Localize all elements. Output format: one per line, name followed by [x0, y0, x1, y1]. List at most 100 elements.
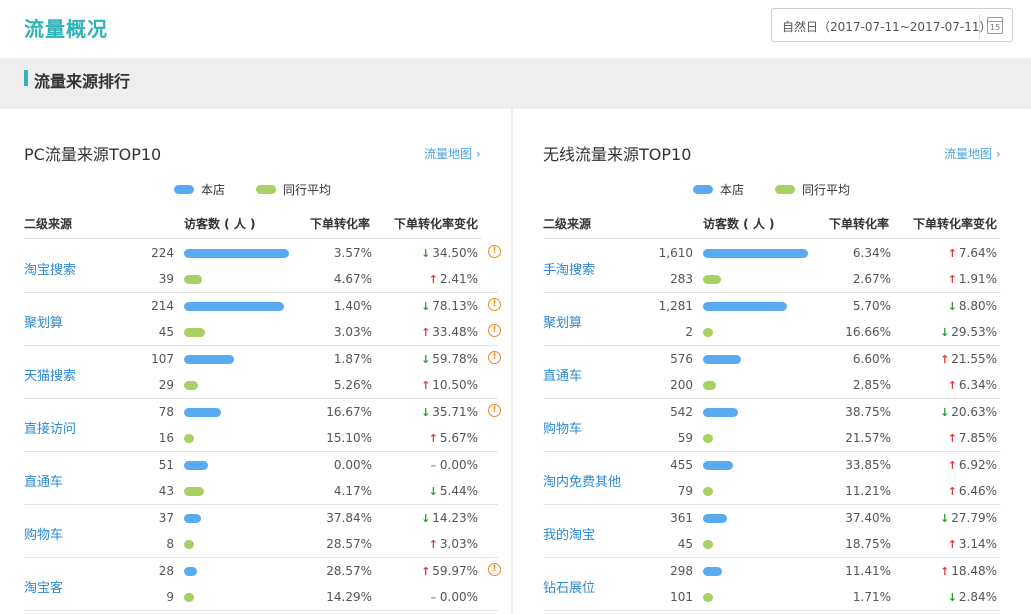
- column-source: 二级来源: [543, 217, 592, 231]
- source-group: 钻石展位 298 11.41% ↑ 18.48% 101 1.71% ↓ 2.84%: [543, 558, 1001, 611]
- arrow-down-icon: ↓: [940, 406, 950, 419]
- visitor-count: 576: [670, 352, 693, 366]
- visitor-count: 1,281: [658, 299, 693, 313]
- change-value: 2.84%: [958, 590, 997, 604]
- conversion-rate: 1.87%: [333, 352, 372, 366]
- legend-peer: 同行平均: [775, 181, 850, 198]
- arrow-up-icon: ↑: [428, 273, 438, 286]
- peer-visitor-bar: [703, 593, 713, 602]
- conversion-rate: 2.85%: [852, 378, 891, 392]
- traffic-map-link[interactable]: 流量地图 ›: [944, 145, 1001, 162]
- legend-self: 本店: [693, 181, 744, 198]
- date-range-text: 自然日（2017-07-11~2017-07-11）: [782, 20, 992, 34]
- column-rate: 下单转化率: [829, 217, 890, 231]
- visitor-count: 29: [158, 378, 174, 392]
- visitor-count: 45: [677, 537, 693, 551]
- legend-self: 本店: [174, 181, 225, 198]
- self-visitor-bar: [703, 514, 727, 523]
- conversion-rate-change: ↑ 1.91%: [947, 272, 997, 286]
- conversion-rate: 28.57%: [326, 537, 372, 551]
- arrow-up-icon: ↑: [421, 565, 431, 578]
- visitor-count: 101: [670, 590, 693, 604]
- conversion-rate: 0.00%: [333, 458, 372, 472]
- warning-icon[interactable]: !: [488, 351, 501, 364]
- peer-visitor-bar: [703, 275, 721, 284]
- top-bar: 流量概况 自然日（2017-07-11~2017-07-11） 15: [0, 0, 1031, 58]
- column-rate: 下单转化率: [310, 217, 371, 231]
- visitor-count: 16: [158, 431, 174, 445]
- source-group: 购物车 37 37.84% ↓ 14.23% 8 28.57% ↑ 3.03%: [24, 505, 498, 558]
- visitor-count: 455: [670, 458, 693, 472]
- conversion-rate-change: ↑ 21.55%: [939, 352, 997, 366]
- legend-self-label: 本店: [201, 183, 226, 197]
- legend-swatch-self: [174, 185, 194, 194]
- change-value: 3.14%: [958, 537, 997, 551]
- dash-icon: –: [430, 591, 437, 604]
- row-peer: 43 4.17% ↓ 5.44%: [24, 478, 498, 504]
- peer-visitor-bar: [184, 328, 205, 337]
- arrow-up-icon: ↑: [947, 485, 957, 498]
- warning-icon[interactable]: !: [488, 563, 501, 576]
- visitor-count: 43: [158, 484, 174, 498]
- row-peer: 45 18.75% ↑ 3.14%: [543, 531, 1001, 557]
- column-change: 下单转化率变化: [913, 217, 998, 231]
- legend-swatch-peer: [775, 185, 795, 194]
- change-value: 10.50%: [432, 378, 478, 392]
- calendar-icon[interactable]: 15: [987, 17, 1003, 34]
- page-title: 流量概况: [24, 17, 108, 41]
- peer-visitor-bar: [184, 540, 194, 549]
- warning-icon[interactable]: !: [488, 245, 501, 258]
- conversion-rate: 16.67%: [326, 405, 372, 419]
- column-visitors: 访客数 ( 人 ): [184, 217, 256, 231]
- row-self: 361 37.40% ↓ 27.79%: [543, 505, 1001, 531]
- arrow-down-icon: ↓: [421, 512, 431, 525]
- conversion-rate: 5.26%: [333, 378, 372, 392]
- visitor-count: 107: [151, 352, 174, 366]
- conversion-rate: 2.67%: [852, 272, 891, 286]
- self-visitor-bar: [703, 567, 722, 576]
- change-value: 0.00%: [439, 458, 478, 472]
- row-peer: 8 28.57% ↑ 3.03%: [24, 531, 498, 557]
- column-visitors: 访客数 ( 人 ): [703, 217, 775, 231]
- peer-visitor-bar: [184, 275, 202, 284]
- visitor-count: 298: [670, 564, 693, 578]
- dash-icon: –: [430, 459, 437, 472]
- warning-icon[interactable]: !: [488, 404, 501, 417]
- conversion-rate-change: ↓ 2.84%: [947, 590, 997, 604]
- source-group: 淘宝客 28 28.57% ↑ 59.97%! 9 14.29% –0.00%: [24, 558, 501, 611]
- change-value: 35.71%: [432, 405, 478, 419]
- change-value: 5.67%: [439, 431, 478, 445]
- arrow-up-icon: ↑: [428, 432, 438, 445]
- row-peer: 39 4.67% ↑ 2.41%: [24, 266, 498, 292]
- warning-icon[interactable]: !: [488, 298, 501, 311]
- conversion-rate: 11.21%: [845, 484, 891, 498]
- change-value: 18.48%: [951, 564, 997, 578]
- row-self: 1,281 5.70% ↓ 8.80%: [543, 293, 1001, 319]
- arrow-down-icon: ↓: [421, 300, 431, 313]
- conversion-rate-change: ↑ 3.14%: [947, 537, 997, 551]
- warning-icon[interactable]: !: [488, 324, 501, 337]
- legend-swatch-self: [693, 185, 713, 194]
- arrow-down-icon: ↓: [940, 512, 950, 525]
- visitor-count: 59: [677, 431, 693, 445]
- arrow-up-icon: ↑: [421, 326, 431, 339]
- section-title: 流量来源排行: [34, 72, 131, 91]
- wireless-traffic-panel: 无线流量来源TOP10 流量地图 › 本店 同行平均 二级来源 访客数 ( 人 …: [513, 109, 1031, 614]
- change-value: 59.78%: [432, 352, 478, 366]
- self-visitor-bar: [703, 355, 741, 364]
- source-group: 购物车 542 38.75% ↓ 20.63% 59 21.57% ↑ 7.85%: [543, 399, 1001, 452]
- self-visitor-bar: [184, 355, 234, 364]
- table-header: 二级来源 访客数 ( 人 ) 下单转化率 下单转化率变化: [24, 207, 482, 239]
- visitor-count: 283: [670, 272, 693, 286]
- conversion-rate: 4.67%: [333, 272, 372, 286]
- date-range-picker[interactable]: 自然日（2017-07-11~2017-07-11） 15: [771, 8, 1013, 42]
- arrow-up-icon: ↑: [947, 273, 957, 286]
- traffic-map-link[interactable]: 流量地图 ›: [424, 145, 481, 162]
- self-visitor-bar: [703, 461, 733, 470]
- row-self: 1,610 6.34% ↑ 7.64%: [543, 240, 1001, 266]
- conversion-rate-change: ↓ 59.78%: [420, 352, 478, 366]
- row-self: 37 37.84% ↓ 14.23%: [24, 505, 498, 531]
- peer-visitor-bar: [703, 540, 713, 549]
- conversion-rate-change: ↑ 2.41%: [428, 272, 478, 286]
- source-group: 手淘搜索 1,610 6.34% ↑ 7.64% 283 2.67% ↑ 1.91%: [543, 240, 1001, 293]
